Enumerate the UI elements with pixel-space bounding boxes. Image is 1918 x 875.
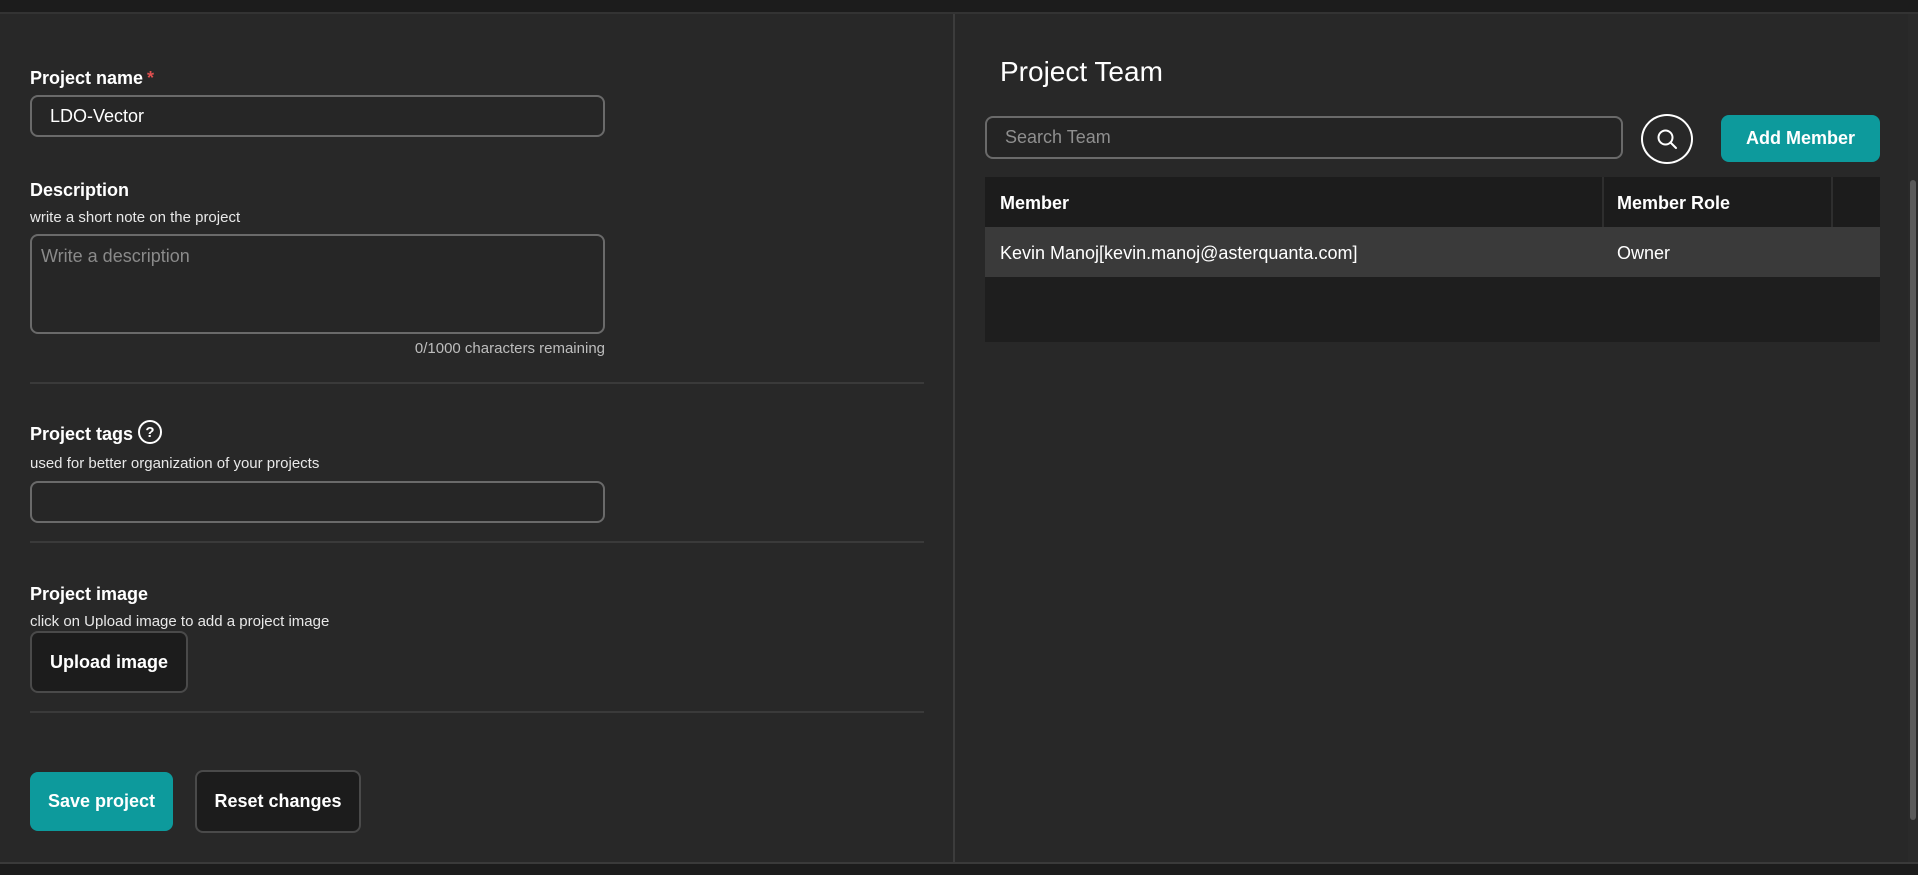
add-member-button[interactable]: Add Member [1721,115,1880,162]
column-separator[interactable] [1831,177,1833,227]
team-table: Member Member Role Kevin Manoj[kevin.man… [985,177,1880,342]
window-top-bar [0,0,1918,14]
project-name-label: Project name * [30,68,154,89]
project-team-title: Project Team [1000,56,1163,87]
section-divider [30,711,924,713]
project-tags-label: Project tags [30,424,134,444]
column-separator[interactable] [1602,177,1604,227]
role-cell: Owner [1617,243,1671,263]
reset-changes-button[interactable]: Reset changes [195,770,361,833]
help-circle-icon[interactable]: ? [138,420,162,444]
project-image-label: Project image [30,584,149,604]
project-name-label-text: Project name [30,68,144,88]
project-settings-form: Project name* Description write a short … [30,14,924,862]
upload-image-button[interactable]: Upload image [30,631,188,693]
description-label: Description [30,180,130,200]
search-button[interactable] [1641,114,1693,164]
column-header-member[interactable]: Member [1000,193,1069,214]
table-row[interactable]: Kevin Manoj[kevin.manoj@asterquanta.com]… [985,227,1880,277]
project-name-input[interactable] [30,95,605,137]
project-tags-input[interactable] [30,481,605,523]
table-header-row: Member Member Role [985,177,1880,227]
project-tags-help-text: used for better organization of your pro… [30,455,320,472]
window-bottom-bar [0,862,1918,875]
column-header-member-role[interactable]: Member Role [1617,193,1730,214]
panel-divider [953,14,955,862]
save-project-button[interactable]: Save project [30,772,173,831]
description-textarea[interactable] [30,234,605,334]
search-icon [1657,129,1677,149]
section-divider [30,382,924,384]
project-image-help-text: click on Upload image to add a project i… [30,613,330,630]
project-team-panel: Project Team Add Member Member Member Ro… [985,14,1880,862]
search-team-input[interactable] [985,116,1623,159]
section-divider [30,541,924,543]
description-char-count: 0/1000 characters remaining [414,340,605,357]
member-cell: Kevin Manoj[kevin.manoj@asterquanta.com] [1000,243,1358,263]
required-star: * [147,68,155,88]
description-help-text: write a short note on the project [30,209,241,226]
scrollbar-thumb[interactable] [1910,180,1916,820]
